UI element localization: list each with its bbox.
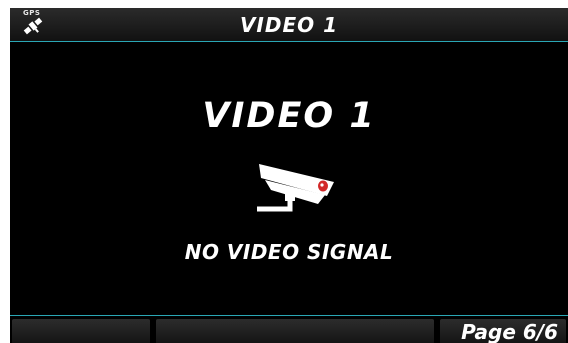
security-camera-icon bbox=[251, 158, 336, 215]
video-source-title: VIDEO 1 bbox=[202, 96, 376, 136]
softkey-page[interactable]: Page 6/6 bbox=[440, 319, 566, 343]
softkey-bar: Page 6/6 bbox=[10, 315, 568, 343]
title-bar: GPS VIDEO 1 bbox=[10, 8, 568, 42]
display-screen: GPS VIDEO 1 VIDEO 1 NO VIDEO SIGNAL Page… bbox=[10, 8, 568, 343]
screen-title: VIDEO 1 bbox=[239, 13, 339, 37]
no-signal-message: NO VIDEO SIGNAL bbox=[184, 240, 394, 264]
softkey-1[interactable] bbox=[12, 319, 150, 343]
softkey-2[interactable] bbox=[156, 319, 434, 343]
page-indicator: Page 6/6 bbox=[461, 320, 558, 343]
